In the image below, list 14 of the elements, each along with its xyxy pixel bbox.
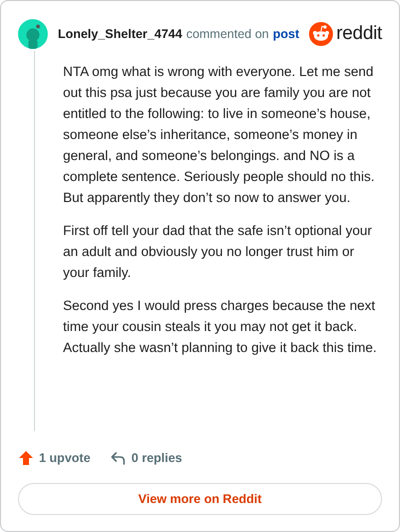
upvote-icon[interactable]	[18, 450, 34, 466]
comment-paragraph: NTA omg what is wrong with everyone. Let me send out this psa just because you are family you are not entitled to the following: to live in someone’s house, someone else’s inheritance, someone’s money in general, and someone’s belongings. and NO is a complete sentence. Seriously people should no this. But apparently they don’t so now to answer you.	[63, 63, 376, 207]
reddit-logo-icon	[309, 22, 334, 46]
view-more-button[interactable]: View more on Reddit	[18, 483, 382, 515]
comment-paragraph: First off tell your dad that the safe isn’t optional your an adult and obviously you no longer trust him or your family.	[63, 222, 373, 282]
upvote-count: 1 upvote	[39, 451, 90, 465]
reply-count: 0 replies	[131, 451, 182, 465]
reddit-wordmark: reddit	[336, 23, 382, 45]
comment-paragraph: Second yes I would press charges because the next time your cousin steals it you may not get it back. Actually she wasn’t planning to give it back this time.	[63, 297, 378, 357]
reply-icon[interactable]	[110, 450, 126, 466]
comment-action-text: commented on	[186, 27, 269, 41]
avatar-icon	[18, 18, 48, 50]
username[interactable]: Lonely_Shelter_4744	[58, 27, 182, 41]
post-link[interactable]: post	[272, 27, 300, 41]
